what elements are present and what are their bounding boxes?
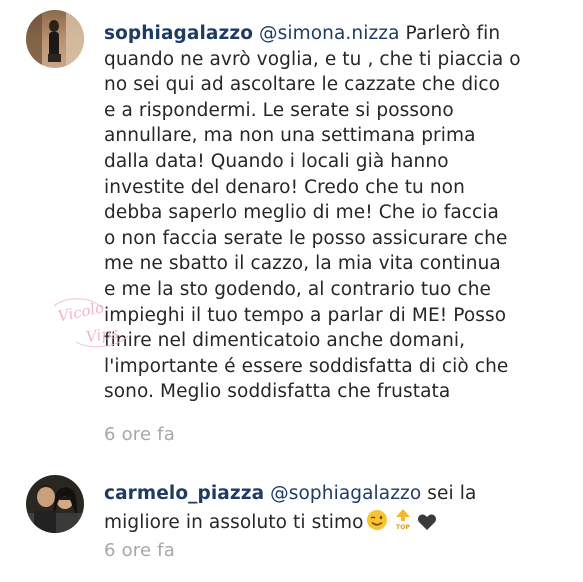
username-link[interactable]: carmelo_piazza xyxy=(104,483,264,504)
comment-line: l'importante é essere soddisfatta di ciò… xyxy=(104,355,509,377)
mention-link[interactable]: @simona.nizza xyxy=(259,23,399,44)
comment-text: sophiagalazzo @simona.nizza Parlerò fin … xyxy=(104,21,554,405)
comment-line: annullare, ma non una settimana prima xyxy=(104,125,476,147)
top-arrow-icon: TOP xyxy=(394,507,412,539)
comment-line: impieghi il tuo tempo a parlar di ME! Po… xyxy=(104,304,507,326)
timestamp: 6 ore fa xyxy=(104,424,175,445)
username-link[interactable]: sophiagalazzo xyxy=(104,23,253,44)
comment-text: carmelo_piazza @sophiagalazzo sei la mig… xyxy=(104,481,554,538)
timestamp: 6 ore fa xyxy=(104,540,175,561)
avatar[interactable] xyxy=(26,475,84,533)
comment-line: quando ne avrò voglia, e tu , che ti pia… xyxy=(104,48,521,70)
comment-line: dalla data! Quando i locali già hanno xyxy=(104,150,449,172)
top-label: TOP xyxy=(396,524,410,531)
svg-text:Vicolo: Vicolo xyxy=(56,298,105,325)
comment-line: o non faccia serate le posso assicurare … xyxy=(104,227,508,249)
mention-link[interactable]: @sophiagalazzo xyxy=(270,483,421,504)
comment-line: sei la xyxy=(427,483,477,504)
comment-line: debba saperlo meglio di me! Che io facci… xyxy=(104,202,499,224)
comment-line: investite del denaro! Credo che tu non xyxy=(104,176,465,198)
comment-line: finire nel dimenticatoio anche domani, xyxy=(104,330,466,352)
comment-line: Parlerò fin xyxy=(405,23,501,44)
comment-line: migliore in assoluto ti stimo xyxy=(104,511,364,533)
comment-line: sono. Meglio soddisfatta che frustata xyxy=(104,381,451,403)
comment-line: e a rispondermi. Le serate si possono xyxy=(104,99,454,121)
comment-line: no sei qui ad ascoltare le cazzate che d… xyxy=(104,74,501,96)
black-heart-icon xyxy=(417,513,437,539)
avatar[interactable] xyxy=(26,10,84,68)
comment-line: e me la sto godendo, al contrario tuo ch… xyxy=(104,278,491,300)
wink-emoji-icon xyxy=(366,509,388,539)
comment-line: me ne sbatto il cazzo, la mia vita conti… xyxy=(104,253,501,275)
